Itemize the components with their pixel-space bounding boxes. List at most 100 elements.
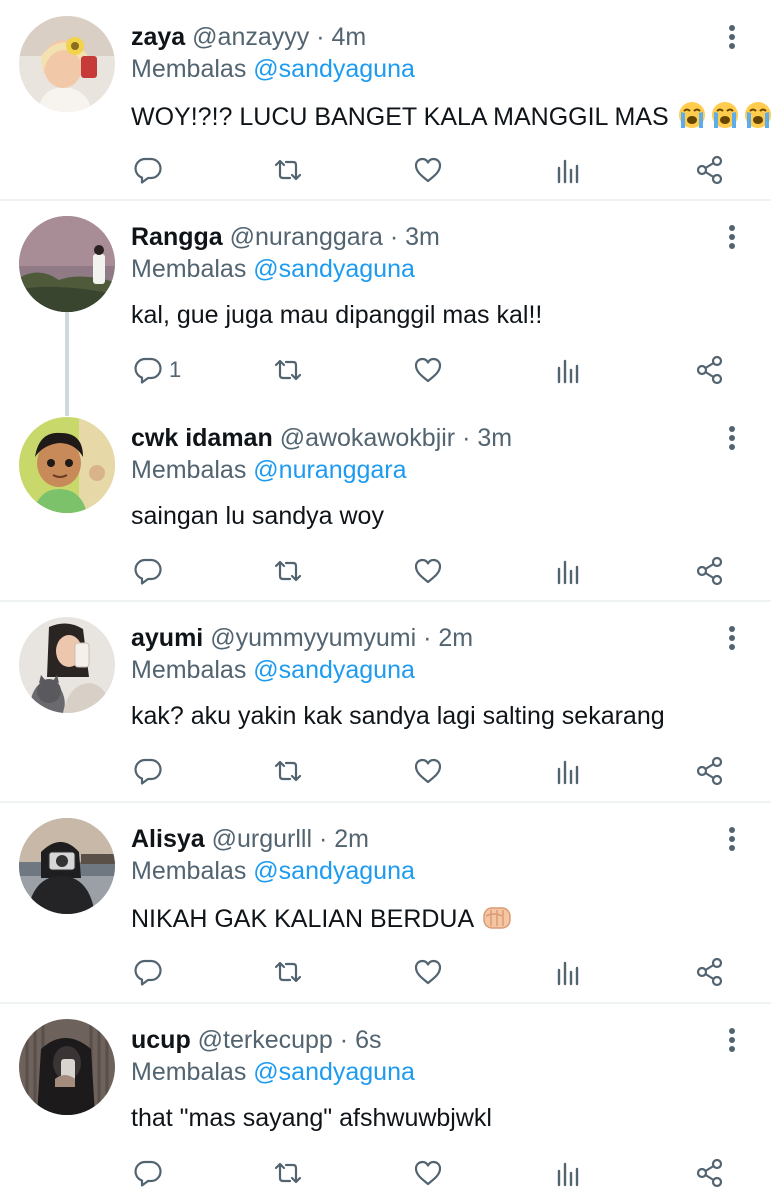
display-name[interactable]: Rangga [131,223,223,251]
user-handle[interactable]: @urgurlll [212,825,312,853]
more-options-icon[interactable] [722,222,742,252]
mention-link[interactable]: @sandyaguna [253,55,415,83]
action-bar: 1 [0,350,771,390]
tweet[interactable]: Rangga @nuranggara · 3m Membalas @sandya… [0,200,771,416]
action-bar [0,1153,771,1193]
share-button[interactable] [695,952,725,992]
reply-prefix: Membalas [131,857,247,885]
like-button[interactable] [413,150,443,190]
avatar[interactable] [19,1019,115,1115]
more-options-icon[interactable] [722,423,742,453]
display-name[interactable]: cwk idaman [131,424,273,452]
views-icon [557,1162,579,1187]
views-button[interactable] [554,751,584,791]
more-options-icon[interactable] [722,824,742,854]
reply-button[interactable] [133,551,169,591]
views-button[interactable] [554,952,584,992]
like-button[interactable] [413,952,443,992]
user-handle[interactable]: @terkecupp [198,1026,333,1054]
tweet-header: Rangga @nuranggara · 3m [131,222,440,252]
retweet-button[interactable] [273,751,303,791]
more-options-icon[interactable] [722,623,742,653]
separator: · [423,624,432,652]
timestamp[interactable]: 3m [405,223,440,251]
tweet-header: Alisya @urgurlll · 2m [131,824,369,854]
user-handle[interactable]: @yummyyumyumi [210,624,416,652]
share-button[interactable] [695,150,725,190]
tweet-text: NIKAH GAK KALIAN BERDUA [131,902,514,939]
reply-context: Membalas @sandyaguna [131,54,415,84]
reply-button[interactable] [133,952,169,992]
avatar[interactable] [19,216,115,312]
more-options-icon[interactable] [722,1025,742,1055]
action-bar [0,952,771,992]
display-name[interactable]: zaya [131,23,185,51]
retweet-button[interactable] [273,551,303,591]
heart-icon [414,157,442,183]
avatar[interactable] [19,617,115,713]
mention-link[interactable]: @sandyaguna [253,656,415,684]
reply-button[interactable]: 1 [133,350,181,390]
more-options-icon[interactable] [722,22,742,52]
avatar[interactable] [19,818,115,914]
views-button[interactable] [554,1153,584,1193]
reply-context: Membalas @nuranggara [131,455,407,485]
display-name[interactable]: ayumi [131,624,203,652]
timestamp[interactable]: 2m [334,825,369,853]
reply-icon [134,1160,162,1187]
like-button[interactable] [413,350,443,390]
tweet-text-content: kak? aku yakin kak sandya lagi salting s… [131,702,665,730]
share-icon [696,756,723,786]
tweet[interactable]: Alisya @urgurlll · 2m Membalas @sandyagu… [0,802,771,1002]
retweet-button[interactable] [273,952,303,992]
reply-button[interactable] [133,1153,169,1193]
user-handle[interactable]: @awokawokbjir [280,424,455,452]
tweet[interactable]: ucup @terkecupp · 6s Membalas @sandyagun… [0,1003,771,1200]
tweet-header: ucup @terkecupp · 6s [131,1025,381,1055]
user-handle[interactable]: @anzayyy [192,23,309,51]
timestamp[interactable]: 4m [332,23,367,51]
share-button[interactable] [695,350,725,390]
reply-button[interactable] [133,751,169,791]
timestamp[interactable]: 3m [477,424,512,452]
display-name[interactable]: Alisya [131,825,205,853]
display-name[interactable]: ucup [131,1026,191,1054]
reply-button[interactable] [133,150,169,190]
like-button[interactable] [413,551,443,591]
share-button[interactable] [695,551,725,591]
mention-link[interactable]: @sandyaguna [253,1058,415,1086]
heart-icon [414,959,442,985]
tweet-text-content: saingan lu sandya woy [131,502,384,530]
retweet-button[interactable] [273,1153,303,1193]
action-bar [0,150,771,190]
mention-link[interactable]: @sandyaguna [253,857,415,885]
avatar[interactable] [19,417,115,513]
timestamp[interactable]: 6s [355,1026,381,1054]
reply-icon [134,558,162,585]
views-icon [557,359,579,384]
tweet-header: ayumi @yummyyumyumi · 2m [131,623,473,653]
views-icon [557,760,579,785]
heart-icon [414,758,442,784]
views-button[interactable] [554,150,584,190]
share-button[interactable] [695,751,725,791]
like-button[interactable] [413,751,443,791]
tweet[interactable]: cwk idaman @awokawokbjir · 3m Membalas @… [0,401,771,601]
tweet[interactable]: ayumi @yummyyumyumi · 2m Membalas @sandy… [0,601,771,801]
share-icon [696,155,723,185]
mention-link[interactable]: @sandyaguna [253,255,415,283]
action-bar [0,551,771,591]
timestamp[interactable]: 2m [438,624,473,652]
views-button[interactable] [554,551,584,591]
tweet[interactable]: zaya @anzayyy · 4m Membalas @sandyaguna … [0,0,771,200]
user-handle[interactable]: @nuranggara [230,223,383,251]
mention-link[interactable]: @nuranggara [253,456,406,484]
retweet-button[interactable] [273,350,303,390]
like-button[interactable] [413,1153,443,1193]
share-button[interactable] [695,1153,725,1193]
retweet-button[interactable] [273,150,303,190]
avatar[interactable] [19,16,115,112]
heart-icon [414,558,442,584]
views-button[interactable] [554,350,584,390]
tweet-text: saingan lu sandya woy [131,501,384,531]
